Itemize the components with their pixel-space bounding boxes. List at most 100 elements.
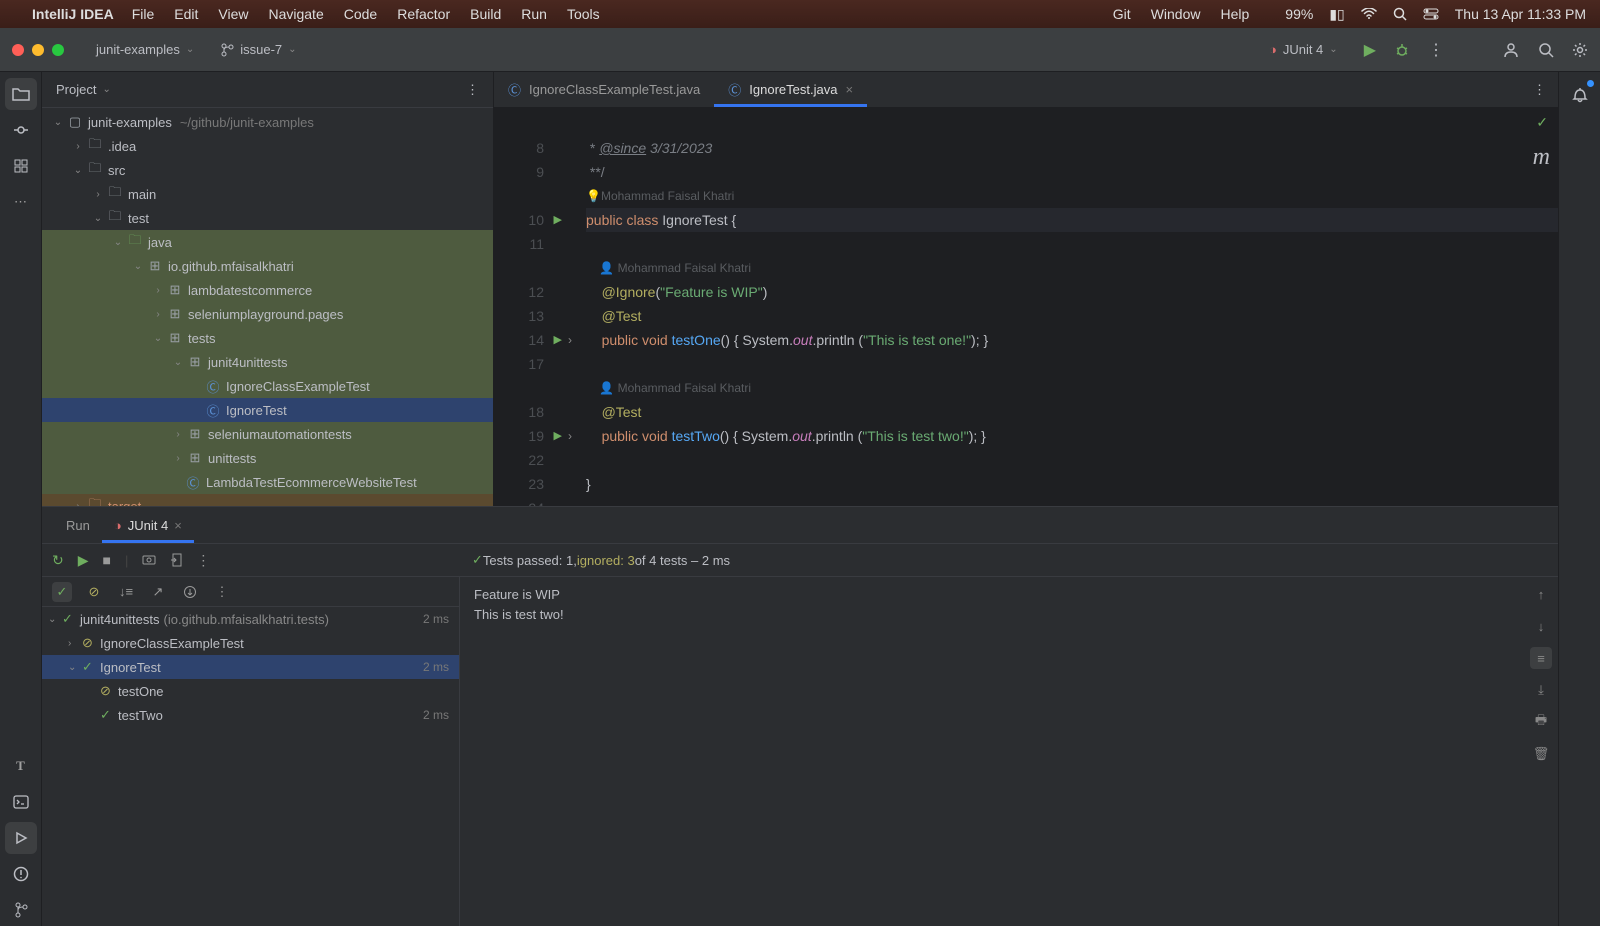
dump-threads-button[interactable] (142, 554, 156, 566)
editor-tab[interactable]: Ⓒ IgnoreClassExampleTest.java (494, 72, 714, 107)
run-config-selector[interactable]: ◑ JUnit 4 ⌄ (1261, 38, 1346, 61)
project-selector[interactable]: junit-examples ⌄ (88, 38, 202, 61)
more-run-icon[interactable]: ⋮ (196, 552, 210, 569)
wifi-icon[interactable] (1361, 8, 1377, 20)
run-tool-button[interactable] (5, 822, 37, 854)
structure-tool-button[interactable] (5, 150, 37, 182)
chevron-right-icon[interactable]: › (90, 189, 106, 200)
menu-code[interactable]: Code (344, 6, 377, 22)
commit-tool-button[interactable] (5, 114, 37, 146)
exit-button[interactable] (170, 553, 182, 567)
chevron-down-icon[interactable]: ⌄ (90, 213, 106, 224)
menu-file[interactable]: File (132, 6, 155, 22)
more-tool-button[interactable]: ⋯ (5, 186, 37, 218)
chevron-down-icon[interactable]: ⌄ (170, 357, 186, 368)
notifications-button[interactable] (1564, 78, 1596, 110)
tree-item[interactable]: Ⓒ IgnoreClassExampleTest (42, 374, 493, 398)
close-window-icon[interactable] (12, 44, 24, 56)
menu-tools[interactable]: Tools (567, 6, 600, 22)
menu-window[interactable]: Window (1151, 6, 1201, 22)
chevron-down-icon[interactable]: ⌄ (130, 261, 146, 272)
run-button[interactable]: ▶ (1364, 40, 1376, 60)
tree-root[interactable]: ⌄ ▢ junit-examples ~/github/junit-exampl… (42, 110, 493, 134)
tree-item[interactable]: Ⓒ LambdaTestEcommerceWebsiteTest (42, 470, 493, 494)
test-tree-row[interactable]: ⌄ ✓ IgnoreTest 2 ms (42, 655, 459, 679)
print-button[interactable]: 🖶 (1530, 711, 1552, 733)
rerun-failed-button[interactable]: ▶ (78, 552, 89, 569)
chevron-right-icon[interactable]: › (68, 638, 82, 649)
chevron-right-icon[interactable]: › (170, 429, 186, 440)
control-center-icon[interactable] (1423, 8, 1439, 20)
sort-duration-button[interactable]: ↗ (148, 582, 168, 602)
scroll-to-end-button[interactable]: ⤓ (1530, 679, 1552, 701)
chevron-down-icon[interactable]: ⌄ (150, 333, 166, 344)
search-icon[interactable] (1393, 7, 1407, 21)
tree-item[interactable]: › 🗀 main (42, 182, 493, 206)
terminal-tool-button[interactable] (5, 786, 37, 818)
project-header[interactable]: Project ⌄ ⋮ (42, 72, 493, 108)
chevron-down-icon[interactable]: ⌄ (70, 165, 86, 176)
chevron-down-icon[interactable]: ⌄ (48, 614, 62, 625)
show-passed-button[interactable]: ✓ (52, 582, 72, 602)
maven-icon[interactable]: m (1533, 144, 1550, 171)
menu-run[interactable]: Run (521, 6, 547, 22)
rerun-button[interactable]: ↻ (52, 552, 64, 569)
settings-icon[interactable] (1572, 42, 1588, 58)
clear-button[interactable]: 🗑 (1530, 743, 1552, 765)
test-tree-row[interactable]: ⌄ ✓ junit4unittests (io.github.mfaisalkh… (42, 607, 459, 631)
git-tool-button[interactable] (5, 894, 37, 926)
tab-more-icon[interactable]: ⋮ (1521, 72, 1558, 107)
chevron-right-icon[interactable]: › (170, 453, 186, 464)
menu-help[interactable]: Help (1220, 6, 1249, 22)
chevron-right-icon[interactable]: › (70, 141, 86, 152)
console-output[interactable]: Feature is WIP This is test two! ↑ ↓ ≡ ⤓… (460, 577, 1558, 926)
minimize-window-icon[interactable] (32, 44, 44, 56)
chevron-right-icon[interactable]: › (150, 309, 166, 320)
maximize-window-icon[interactable] (52, 44, 64, 56)
branch-selector[interactable]: issue-7 ⌄ (212, 38, 304, 61)
tree-item[interactable]: › ⊞ unittests (42, 446, 493, 470)
tree-item[interactable]: ⌄ 🗀 java (42, 230, 493, 254)
tree-item[interactable]: ⌄ ⊞ junit4unittests (42, 350, 493, 374)
tree-item[interactable]: ⌄ ⊞ tests (42, 326, 493, 350)
menu-navigate[interactable]: Navigate (268, 6, 323, 22)
expand-button[interactable] (180, 582, 200, 602)
tree-item[interactable]: ⌄ ⊞ io.github.mfaisalkhatri (42, 254, 493, 278)
search-everywhere-icon[interactable] (1538, 42, 1554, 58)
sort-button[interactable]: ↓≡ (116, 582, 136, 602)
test-tree-row[interactable]: ⊘ testOne (42, 679, 459, 703)
run-panel-tab-config[interactable]: ◑ JUnit 4 × (102, 507, 194, 543)
todo-tool-button[interactable]: T (5, 750, 37, 782)
problems-tool-button[interactable] (5, 858, 37, 890)
chevron-down-icon[interactable]: ⌄ (50, 117, 66, 128)
editor-area[interactable]: ✓ m 8 9 10 11 12 13 14 17 (494, 108, 1558, 506)
project-tree[interactable]: ⌄ ▢ junit-examples ~/github/junit-exampl… (42, 108, 493, 506)
debug-button[interactable] (1394, 42, 1410, 58)
test-tree-row[interactable]: ✓ testTwo 2 ms (42, 703, 459, 727)
menu-view[interactable]: View (218, 6, 248, 22)
run-panel-tab-run[interactable]: Run (54, 507, 102, 543)
menu-refactor[interactable]: Refactor (397, 6, 450, 22)
test-tree[interactable]: ⌄ ✓ junit4unittests (io.github.mfaisalkh… (42, 607, 459, 727)
menu-edit[interactable]: Edit (174, 6, 198, 22)
code-with-me-icon[interactable] (1502, 42, 1520, 58)
scroll-up-button[interactable]: ↑ (1530, 583, 1552, 605)
code[interactable]: * @since 3/31/2023 **/ 💡Mohammad Faisal … (552, 108, 1558, 506)
app-name[interactable]: IntelliJ IDEA (32, 6, 114, 22)
editor-tab[interactable]: Ⓒ IgnoreTest.java × (714, 72, 867, 107)
chevron-down-icon[interactable]: ⌄ (110, 237, 126, 248)
chevron-down-icon[interactable]: ⌄ (68, 662, 82, 673)
battery-icon[interactable]: ▮▯ (1329, 6, 1344, 23)
tree-item[interactable]: Ⓒ IgnoreTest (42, 398, 493, 422)
tree-item[interactable]: › ⊞ lambdatestcommerce (42, 278, 493, 302)
test-tree-row[interactable]: › ⊘ IgnoreClassExampleTest (42, 631, 459, 655)
inspection-ok-icon[interactable]: ✓ (1536, 114, 1548, 131)
project-tool-button[interactable] (5, 78, 37, 110)
soft-wrap-button[interactable]: ≡ (1530, 647, 1552, 669)
more-icon[interactable]: ⋮ (466, 82, 479, 98)
close-tab-icon[interactable]: × (174, 518, 182, 533)
tree-item[interactable]: › 🗀 .idea (42, 134, 493, 158)
datetime[interactable]: Thu 13 Apr 11:33 PM (1455, 6, 1586, 22)
chevron-right-icon[interactable]: › (150, 285, 166, 296)
menu-build[interactable]: Build (470, 6, 501, 22)
